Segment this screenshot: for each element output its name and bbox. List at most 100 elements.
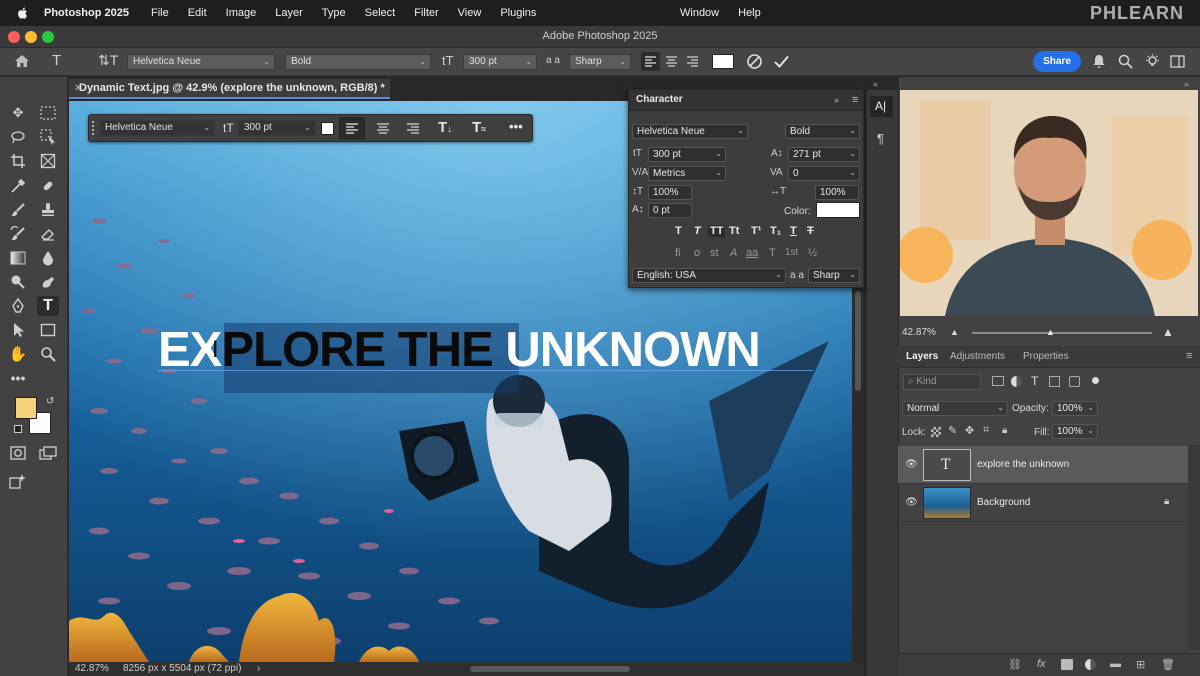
status-chevron-icon[interactable]: › [257, 663, 260, 674]
char-horizontal-scale-field[interactable]: 100% [815, 185, 859, 200]
lock-artboard-icon[interactable]: ⌗ [983, 424, 989, 437]
share-button[interactable]: Share [1033, 51, 1081, 72]
font-family-dropdown[interactable]: Helvetica Neue ⌄ [127, 54, 275, 70]
clone-stamp-tool-icon[interactable] [37, 200, 59, 220]
app-menu[interactable]: Photoshop 2025 [44, 7, 129, 19]
text-effects-icon[interactable]: T≈ [472, 119, 486, 136]
blur-tool-icon[interactable] [37, 248, 59, 268]
screen-mode-icon[interactable] [37, 443, 59, 463]
stylistic-alternates-button[interactable]: aa [746, 247, 758, 259]
underline-button[interactable]: T [790, 225, 797, 237]
float-font-family-dropdown[interactable]: Helvetica Neue ⌄ [99, 120, 215, 136]
zoom-slider-handle[interactable]: ▲ [1046, 327, 1055, 337]
gradient-tool-icon[interactable] [7, 248, 29, 268]
type-tool-preset-icon[interactable]: T [52, 52, 61, 69]
titling-alternates-button[interactable]: T [769, 247, 776, 259]
status-zoom[interactable]: 42.87% [75, 663, 109, 674]
float-align-left-button[interactable] [339, 117, 365, 140]
new-layer-icon[interactable]: ⊞ [1136, 658, 1145, 671]
char-kerning-field[interactable]: Metrics ⌄ [648, 166, 726, 181]
filter-pixel-icon[interactable] [992, 376, 1004, 386]
strikethrough-button[interactable]: T [807, 225, 814, 237]
filter-smart-object-icon[interactable] [1069, 376, 1080, 387]
blend-mode-dropdown[interactable]: Normal ⌄ [902, 401, 1008, 416]
layers-scrollbar[interactable] [1188, 445, 1200, 650]
navigator-zoom-value[interactable]: 42.87% [902, 327, 936, 338]
right-panels-chevrons-icon[interactable]: » [1184, 79, 1189, 89]
filter-type-icon[interactable]: T [1031, 374, 1038, 388]
hand-tool-icon[interactable]: ✋ [7, 344, 29, 364]
float-font-size-dropdown[interactable]: 300 pt ⌄ [238, 120, 316, 136]
menu-window[interactable]: Window [680, 7, 719, 19]
cancel-edit-icon[interactable] [746, 53, 763, 70]
zoom-in-mountain-icon[interactable]: ▲ [1162, 325, 1174, 339]
canvas-headline-text[interactable]: EXPLORE THE UNKNOWN [158, 322, 761, 378]
apple-icon[interactable] [16, 6, 30, 20]
layers-panel-menu-icon[interactable]: ≡ [1186, 350, 1192, 362]
char-color-swatch[interactable] [816, 202, 860, 218]
char-antialias-dropdown[interactable]: Sharp ⌄ [808, 268, 860, 283]
subscript-button[interactable]: T₁ [770, 225, 781, 237]
search-icon[interactable] [1118, 54, 1133, 69]
layer-name[interactable]: explore the unknown [977, 459, 1069, 470]
lock-transparent-icon[interactable] [931, 427, 941, 437]
marquee-tool-icon[interactable] [37, 103, 59, 123]
font-size-dropdown[interactable]: 300 pt ⌄ [463, 54, 537, 70]
bell-icon[interactable] [1092, 54, 1106, 69]
paragraph-panel-icon[interactable]: ¶ [877, 131, 884, 146]
zoom-out-mountain-icon[interactable]: ▲ [950, 327, 959, 337]
float-align-center-icon[interactable] [370, 117, 396, 140]
eyedropper-tool-icon[interactable] [7, 176, 29, 196]
history-brush-tool-icon[interactable] [7, 224, 29, 244]
font-style-dropdown[interactable]: Bold ⌄ [285, 54, 431, 70]
path-selection-tool-icon[interactable] [7, 320, 29, 340]
align-right-icon[interactable] [683, 52, 702, 71]
char-font-size-field[interactable]: 300 pt ⌄ [648, 147, 726, 162]
char-tracking-field[interactable]: 0 ⌄ [788, 166, 860, 181]
more-options-icon[interactable]: ••• [509, 119, 523, 134]
frame-tool-icon[interactable] [37, 151, 59, 171]
filter-toggle-icon[interactable] [1092, 377, 1099, 384]
char-baseline-shift-field[interactable]: 0 pt [648, 203, 692, 218]
menu-layer[interactable]: Layer [275, 7, 303, 19]
visibility-eye-icon[interactable]: 👁︎ [905, 497, 918, 508]
healing-brush-tool-icon[interactable] [37, 176, 59, 196]
tab-properties[interactable]: Properties [1023, 351, 1069, 362]
contextual-alternates-button[interactable]: st [710, 247, 719, 259]
ligatures-button[interactable]: fi [675, 247, 681, 259]
char-language-dropdown[interactable]: English: USA ⌄ [632, 268, 786, 283]
float-text-color-swatch[interactable] [321, 122, 334, 135]
opacity-field[interactable]: 100% ⌄ [1052, 401, 1098, 416]
adjustment-layer-icon[interactable] [1085, 659, 1096, 670]
menu-filter[interactable]: Filter [414, 7, 438, 19]
lasso-tool-icon[interactable] [7, 127, 29, 147]
panel-collapse-chevrons-icon[interactable]: « [873, 79, 878, 89]
menu-file[interactable]: File [151, 7, 169, 19]
filter-adjustment-icon[interactable] [1011, 376, 1022, 387]
char-vertical-scale-field[interactable]: 100% [648, 185, 692, 200]
menu-type[interactable]: Type [322, 7, 346, 19]
horizontal-scrollbar[interactable] [470, 666, 630, 672]
type-tool-icon[interactable]: T [37, 296, 59, 316]
dodge-tool-icon[interactable] [7, 272, 29, 292]
tab-layers[interactable]: Layers [906, 351, 938, 362]
menu-view[interactable]: View [458, 7, 482, 19]
lock-image-icon[interactable]: ✎ [948, 424, 957, 437]
menu-image[interactable]: Image [226, 7, 257, 19]
ordinals-button[interactable]: 1st [785, 247, 798, 258]
small-caps-button[interactable]: Tt [729, 225, 739, 237]
fill-field[interactable]: 100% ⌄ [1052, 424, 1098, 439]
swash-button[interactable]: A [730, 247, 737, 259]
lock-position-icon[interactable]: ✥ [965, 424, 974, 437]
align-center-icon[interactable] [662, 52, 681, 71]
zoom-tool-icon[interactable] [37, 344, 59, 364]
text-orientation-icon[interactable]: ⇅T [98, 52, 118, 69]
text-color-swatch[interactable] [712, 54, 734, 69]
smudge-tool-icon[interactable] [37, 272, 59, 292]
tab-adjustments[interactable]: Adjustments [950, 351, 1005, 362]
menu-edit[interactable]: Edit [188, 7, 207, 19]
eraser-tool-icon[interactable] [37, 224, 59, 244]
link-layers-icon[interactable]: ⛓︎ [1008, 658, 1022, 671]
commit-edit-icon[interactable] [773, 53, 790, 70]
layer-row-background[interactable]: 👁︎ Background 🔒︎ [898, 484, 1188, 522]
